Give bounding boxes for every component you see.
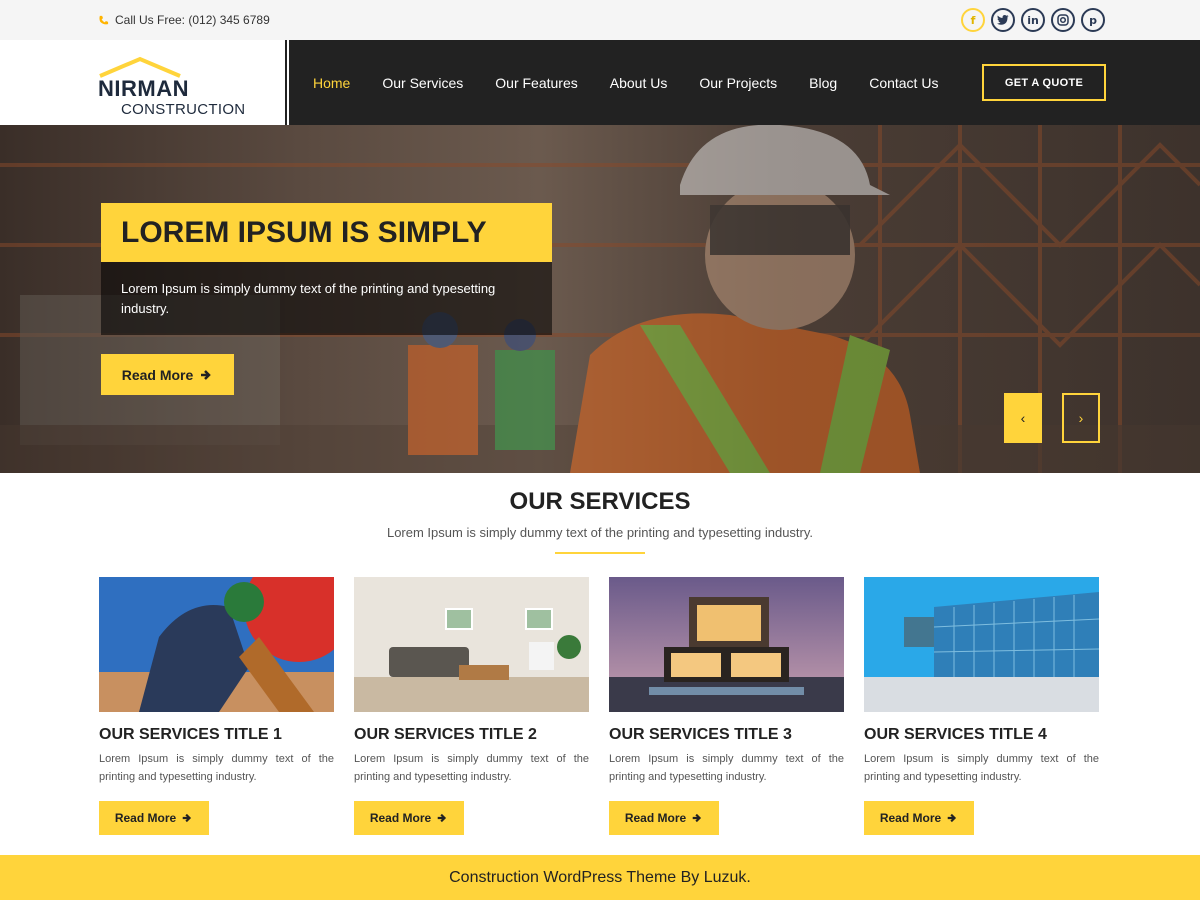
get-a-quote-button[interactable]: GET A QUOTE: [982, 64, 1106, 101]
service-card-3: OUR SERVICES TITLE 3 Lorem Ipsum is simp…: [609, 577, 844, 835]
service-card-2: OUR SERVICES TITLE 2 Lorem Ipsum is simp…: [354, 577, 589, 835]
service-text-2: Lorem Ipsum is simply dummy text of the …: [354, 753, 589, 783]
service-image-1: [99, 577, 334, 712]
service-title-3: OUR SERVICES TITLE 3: [609, 726, 792, 743]
twitter-icon[interactable]: [991, 8, 1015, 32]
service-read-more-button-2[interactable]: Read More: [354, 801, 464, 835]
service-read-more-label-2: Read More: [369, 811, 432, 825]
service-text-3: Lorem Ipsum is simply dummy text of the …: [609, 753, 844, 783]
hero-text: Lorem Ipsum is simply dummy text of the …: [101, 262, 552, 335]
service-title-4: OUR SERVICES TITLE 4: [864, 726, 1047, 743]
services-subtitle: Lorem Ipsum is simply dummy text of the …: [386, 525, 814, 540]
service-read-more-label-1: Read More: [114, 811, 177, 825]
service-title-1: OUR SERVICES TITLE 1: [99, 726, 282, 743]
nav-contact-us[interactable]: Contact Us: [869, 75, 938, 91]
nav-blog[interactable]: Blog: [809, 75, 837, 91]
services-title: OUR SERVICES: [509, 488, 691, 515]
footer-credit[interactable]: Construction WordPress Theme By Luzuk.: [449, 869, 751, 886]
service-text-4: Lorem Ipsum is simply dummy text of the …: [864, 753, 1099, 783]
logo-line1: NIRMAN: [98, 76, 189, 101]
services-divider: [555, 552, 645, 554]
footer: Construction WordPress Theme By Luzuk.: [0, 855, 1200, 900]
main-nav: Home Our Services Our Features About Us …: [313, 75, 938, 91]
slider-prev-button[interactable]: ‹: [1004, 393, 1042, 443]
service-read-more-button-1[interactable]: Read More: [99, 801, 209, 835]
phone-icon: [99, 15, 109, 24]
call-info: Call Us Free: (012) 345 6789: [98, 13, 270, 27]
arrow-right-icon: [692, 813, 702, 823]
service-text-1: Lorem Ipsum is simply dummy text of the …: [99, 753, 334, 783]
logo[interactable]: NIRMAN CONSTRUCTION: [0, 40, 283, 125]
logo-line2: CONSTRUCTION: [121, 101, 246, 118]
header: NIRMAN CONSTRUCTION Home Our Services Ou…: [0, 40, 1200, 125]
nav-about-us[interactable]: About Us: [610, 75, 668, 91]
header-divider: [283, 40, 289, 125]
service-read-more-button-4[interactable]: Read More: [864, 801, 974, 835]
service-card-4: OUR SERVICES TITLE 4 Lorem Ipsum is simp…: [864, 577, 1099, 835]
service-image-2: [354, 577, 589, 712]
arrow-right-icon: [201, 369, 212, 380]
hero-title: LOREM IPSUM IS SIMPLY: [101, 203, 552, 262]
top-bar: Call Us Free: (012) 345 6789 f in p: [0, 0, 1200, 40]
service-card-1: OUR SERVICES TITLE 1 Lorem Ipsum is simp…: [99, 577, 334, 835]
pinterest-icon[interactable]: p: [1081, 8, 1105, 32]
hero-slider: LOREM IPSUM IS SIMPLY Lorem Ipsum is sim…: [0, 125, 1200, 473]
service-read-more-label-3: Read More: [624, 811, 687, 825]
nav-our-services[interactable]: Our Services: [382, 75, 463, 91]
service-image-4: [864, 577, 1099, 712]
arrow-right-icon: [947, 813, 957, 823]
service-read-more-button-3[interactable]: Read More: [609, 801, 719, 835]
facebook-icon[interactable]: f: [961, 8, 985, 32]
hero-read-more-button[interactable]: Read More: [101, 354, 234, 395]
service-title-2: OUR SERVICES TITLE 2: [354, 726, 537, 743]
roof-logo-icon: [99, 56, 181, 78]
hero-read-more-label: Read More: [121, 366, 194, 383]
arrow-right-icon: [437, 813, 447, 823]
slider-next-button[interactable]: ›: [1062, 393, 1100, 443]
linkedin-icon[interactable]: in: [1021, 8, 1045, 32]
service-read-more-label-4: Read More: [879, 811, 942, 825]
nav-our-projects[interactable]: Our Projects: [699, 75, 777, 91]
nav-home[interactable]: Home: [313, 75, 350, 91]
nav-our-features[interactable]: Our Features: [495, 75, 577, 91]
service-image-3: [609, 577, 844, 712]
instagram-icon[interactable]: [1051, 8, 1075, 32]
call-text: Call Us Free: (012) 345 6789: [115, 13, 270, 27]
social-links: f in p: [961, 8, 1105, 32]
arrow-right-icon: [182, 813, 192, 823]
